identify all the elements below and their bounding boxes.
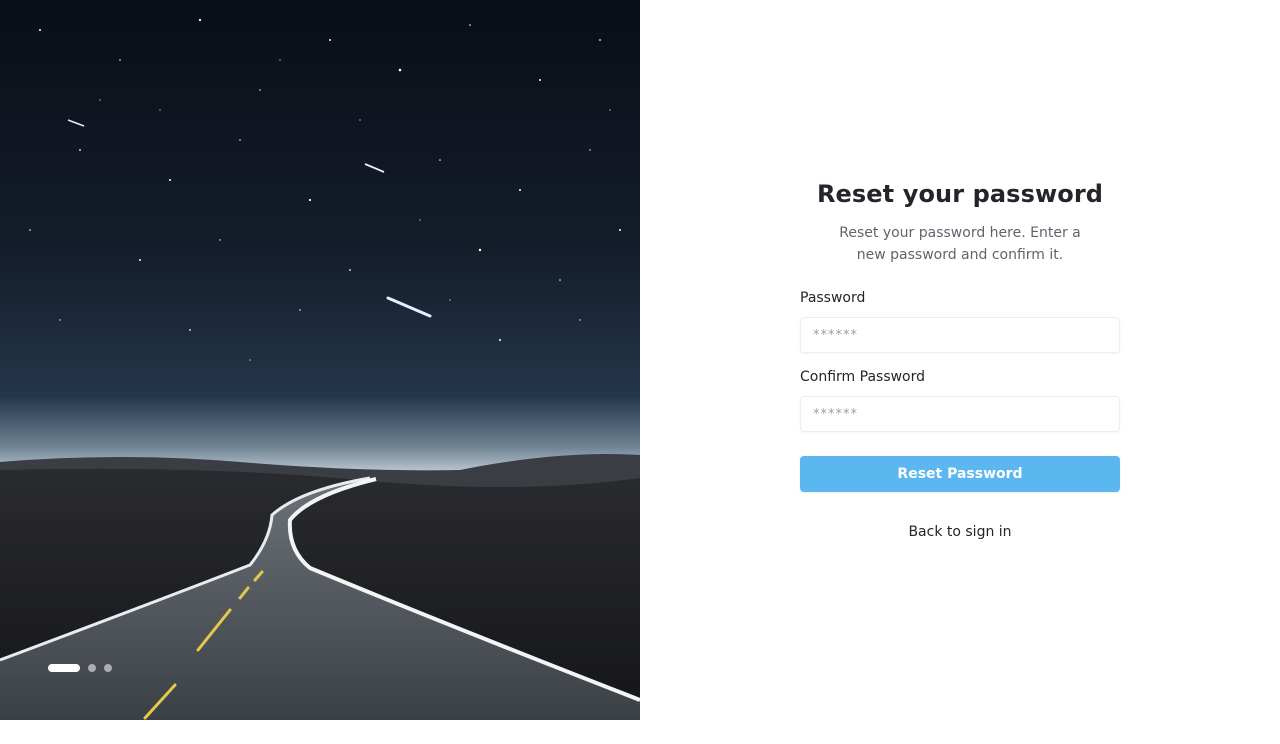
carousel-dot-2[interactable]	[88, 664, 96, 672]
back-to-sign-in-link[interactable]: Back to sign in	[800, 524, 1120, 540]
password-label: Password	[800, 290, 866, 306]
reset-password-form: Reset your password Reset your password …	[800, 180, 1120, 540]
night-road-illustration	[0, 0, 640, 720]
reset-password-button[interactable]: Reset Password	[800, 456, 1120, 492]
carousel-indicators	[48, 664, 112, 672]
hero-image-panel	[0, 0, 640, 720]
carousel-dot-1[interactable]	[48, 664, 80, 672]
page-title: Reset your password	[816, 180, 1104, 208]
carousel-dot-3[interactable]	[104, 664, 112, 672]
page-subtitle: Reset your password here. Enter a new pa…	[839, 225, 1081, 263]
reset-password-page: Reset your password Reset your password …	[0, 0, 1280, 744]
confirm-password-input[interactable]	[800, 396, 1120, 432]
confirm-password-field-group: Confirm Password	[800, 369, 1120, 432]
form-panel: Reset your password Reset your password …	[640, 0, 1280, 744]
password-input[interactable]	[800, 317, 1120, 353]
confirm-password-label: Confirm Password	[800, 369, 926, 385]
password-field-group: Password	[800, 290, 1120, 353]
